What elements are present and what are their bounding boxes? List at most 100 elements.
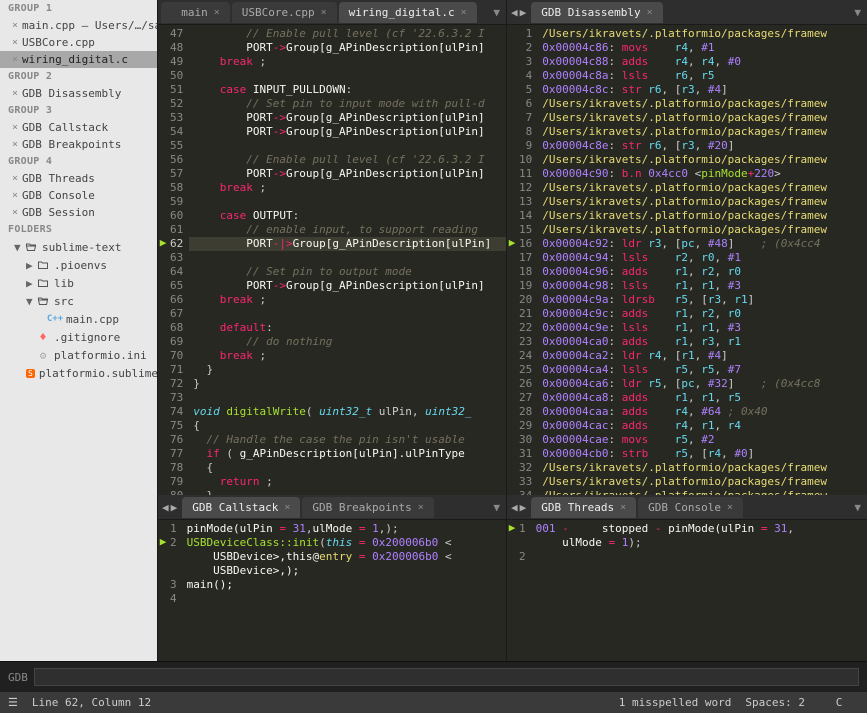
nav-back-icon[interactable]: ◀ xyxy=(511,6,518,19)
close-icon[interactable]: × xyxy=(12,207,18,218)
dropdown-icon[interactable]: ▼ xyxy=(848,6,867,19)
code-line[interactable] xyxy=(189,251,506,265)
code-line[interactable] xyxy=(532,550,867,564)
code-line[interactable]: // Handle the case the pin isn't usable xyxy=(189,433,506,447)
code-line[interactable]: /Users/ikravets/.platformio/packages/fra… xyxy=(538,125,867,139)
close-icon[interactable]: × xyxy=(12,190,18,201)
code-line[interactable]: 0x00004c9c: adds r1, r2, r0 xyxy=(538,307,867,321)
code-line[interactable]: 0x00004ca4: lsls r5, r5, #7 xyxy=(538,363,867,377)
code-line[interactable]: PORT->Group[g_APinDescription[ulPin] xyxy=(189,279,506,293)
code-line[interactable]: { xyxy=(189,419,506,433)
code-line[interactable]: 0x00004cae: movs r5, #2 xyxy=(538,433,867,447)
code-line[interactable]: PORT->Group[g_APinDescription[ulPin] xyxy=(189,111,506,125)
code-line[interactable]: USBDevice>,this@entry = 0x200006b0 < xyxy=(183,550,506,564)
close-icon[interactable]: × xyxy=(461,7,467,18)
tree-row[interactable]: ▼sublime-text xyxy=(8,238,157,256)
tab[interactable]: main× xyxy=(161,2,230,23)
code-line[interactable]: main(); xyxy=(183,578,506,592)
code-line[interactable]: // Set pin to input mode with pull-d xyxy=(189,97,506,111)
close-icon[interactable]: × xyxy=(12,54,18,65)
status-lang[interactable]: C xyxy=(819,696,859,709)
close-icon[interactable]: × xyxy=(214,7,220,18)
code-line[interactable]: 0x00004c90: b.n 0x4cc0 <pinMode+220> xyxy=(538,167,867,181)
tree-row[interactable]: ⚙platformio.ini xyxy=(8,346,157,364)
close-icon[interactable]: × xyxy=(321,7,327,18)
code-line[interactable]: PORT->Group[g_APinDescription[ulPin] xyxy=(189,41,506,55)
code-line[interactable] xyxy=(189,69,506,83)
code-line[interactable]: /Users/ikravets/.platformio/packages/fra… xyxy=(538,475,867,489)
code-line[interactable]: break ; xyxy=(189,181,506,195)
code-line[interactable]: 0x00004cb0: strb r5, [r4, #0] xyxy=(538,447,867,461)
code-line[interactable]: // Set pin to output mode xyxy=(189,265,506,279)
editor-body[interactable]: ▶474849505152535455565758596061626364656… xyxy=(158,25,506,495)
sidebar-file-item[interactable]: ×GDB Breakpoints xyxy=(0,136,157,153)
close-icon[interactable]: × xyxy=(12,122,18,133)
code-line[interactable]: 0x00004c88: adds r4, r4, #0 xyxy=(538,55,867,69)
close-icon[interactable]: × xyxy=(284,502,290,513)
close-icon[interactable]: × xyxy=(12,88,18,99)
nav-back-icon[interactable]: ◀ xyxy=(511,501,518,514)
tree-row[interactable]: ▶lib xyxy=(8,274,157,292)
code-line[interactable]: /Users/ikravets/.platformio/packages/fra… xyxy=(538,97,867,111)
code-line[interactable]: 0x00004c9a: ldrsb r5, [r3, r1] xyxy=(538,293,867,307)
code-line[interactable]: USBDevice>,); xyxy=(183,564,506,578)
code-line[interactable]: /Users/ikravets/.platformio/packages/fra… xyxy=(538,181,867,195)
sidebar-file-item[interactable]: ×GDB Console xyxy=(0,187,157,204)
code-area[interactable]: 001 - stopped - pinMode(ulPin = 31, ulMo… xyxy=(532,520,867,661)
code-line[interactable]: 0x00004c86: movs r4, #1 xyxy=(538,41,867,55)
editor-body[interactable]: ▶1 2001 - stopped - pinMode(ulPin = 31, … xyxy=(507,520,867,661)
code-line[interactable]: // Enable pull level (cf '22.6.3.2 I xyxy=(189,153,506,167)
code-line[interactable]: // Enable pull level (cf '22.6.3.2 I xyxy=(189,27,506,41)
nav-back-icon[interactable]: ◀ xyxy=(162,501,169,514)
sidebar-file-item[interactable]: ×main.cpp — Users/…/sa xyxy=(0,17,157,34)
nav-forward-icon[interactable]: ▶ xyxy=(520,501,527,514)
sidebar-file-item[interactable]: ×GDB Disassembly xyxy=(0,85,157,102)
code-line[interactable] xyxy=(189,139,506,153)
code-line[interactable]: USBDeviceClass::init(this = 0x200006b0 < xyxy=(183,536,506,550)
code-line[interactable]: 0x00004c9e: lsls r1, r1, #3 xyxy=(538,321,867,335)
dropdown-icon[interactable]: ▼ xyxy=(487,6,506,19)
code-line[interactable]: /Users/ikravets/.platformio/packages/fra… xyxy=(538,195,867,209)
code-line[interactable]: case INPUT_PULLDOWN: xyxy=(189,83,506,97)
nav-forward-icon[interactable]: ▶ xyxy=(520,6,527,19)
status-spell[interactable]: 1 misspelled word xyxy=(619,696,732,709)
close-icon[interactable]: × xyxy=(727,502,733,513)
sidebar-file-item[interactable]: ×GDB Threads xyxy=(0,170,157,187)
code-line[interactable]: { xyxy=(189,461,506,475)
code-area[interactable]: pinMode(ulPin = 31,ulMode = 1,);USBDevic… xyxy=(183,520,506,661)
sidebar-file-item[interactable]: ×GDB Callstack xyxy=(0,119,157,136)
code-area[interactable]: // Enable pull level (cf '22.6.3.2 I POR… xyxy=(189,25,506,495)
code-line[interactable]: 0x00004c96: adds r1, r2, r0 xyxy=(538,265,867,279)
menu-icon[interactable]: ☰ xyxy=(8,696,18,709)
chevron-icon[interactable]: ▼ xyxy=(26,295,36,308)
code-line[interactable] xyxy=(183,592,506,606)
code-line[interactable]: if ( g_APinDescription[ulPin].ulPinType xyxy=(189,447,506,461)
chevron-icon[interactable]: ▶ xyxy=(26,277,36,290)
close-icon[interactable]: × xyxy=(620,502,626,513)
tree-row[interactable]: C++main.cpp xyxy=(8,310,157,328)
code-line[interactable]: PORT-|>Group[g_APinDescription[ulPin] xyxy=(189,237,506,251)
close-icon[interactable]: × xyxy=(12,173,18,184)
code-line[interactable]: 001 - stopped - pinMode(ulPin = 31, xyxy=(532,522,867,536)
close-icon[interactable]: × xyxy=(418,502,424,513)
code-line[interactable]: /Users/ikravets/.platformio/packages/fra… xyxy=(538,111,867,125)
code-line[interactable]: PORT->Group[g_APinDescription[ulPin] xyxy=(189,167,506,181)
editor-body[interactable]: ▶123456789101112131415161718192021222324… xyxy=(507,25,867,495)
code-line[interactable]: case OUTPUT: xyxy=(189,209,506,223)
close-icon[interactable]: × xyxy=(12,37,18,48)
code-line[interactable]: break ; xyxy=(189,55,506,69)
tab[interactable]: USBCore.cpp× xyxy=(232,2,337,23)
code-line[interactable]: ulMode = 1); xyxy=(532,536,867,550)
tab[interactable]: GDB Threads× xyxy=(531,497,636,518)
close-icon[interactable]: × xyxy=(12,139,18,150)
editor-body[interactable]: ▶12 34pinMode(ulPin = 31,ulMode = 1,);US… xyxy=(158,520,506,661)
code-line[interactable]: /Users/ikravets/.platformio/packages/fra… xyxy=(538,153,867,167)
sidebar-file-item[interactable]: ×wiring_digital.c xyxy=(0,51,157,68)
code-line[interactable]: } xyxy=(189,363,506,377)
code-line[interactable]: 0x00004ca2: ldr r4, [r1, #4] xyxy=(538,349,867,363)
code-line[interactable]: 0x00004ca8: adds r1, r1, r5 xyxy=(538,391,867,405)
chevron-icon[interactable]: ▼ xyxy=(14,241,24,254)
code-line[interactable]: 0x00004c8e: str r6, [r3, #20] xyxy=(538,139,867,153)
tab[interactable]: GDB Console× xyxy=(638,497,743,518)
code-line[interactable] xyxy=(189,195,506,209)
